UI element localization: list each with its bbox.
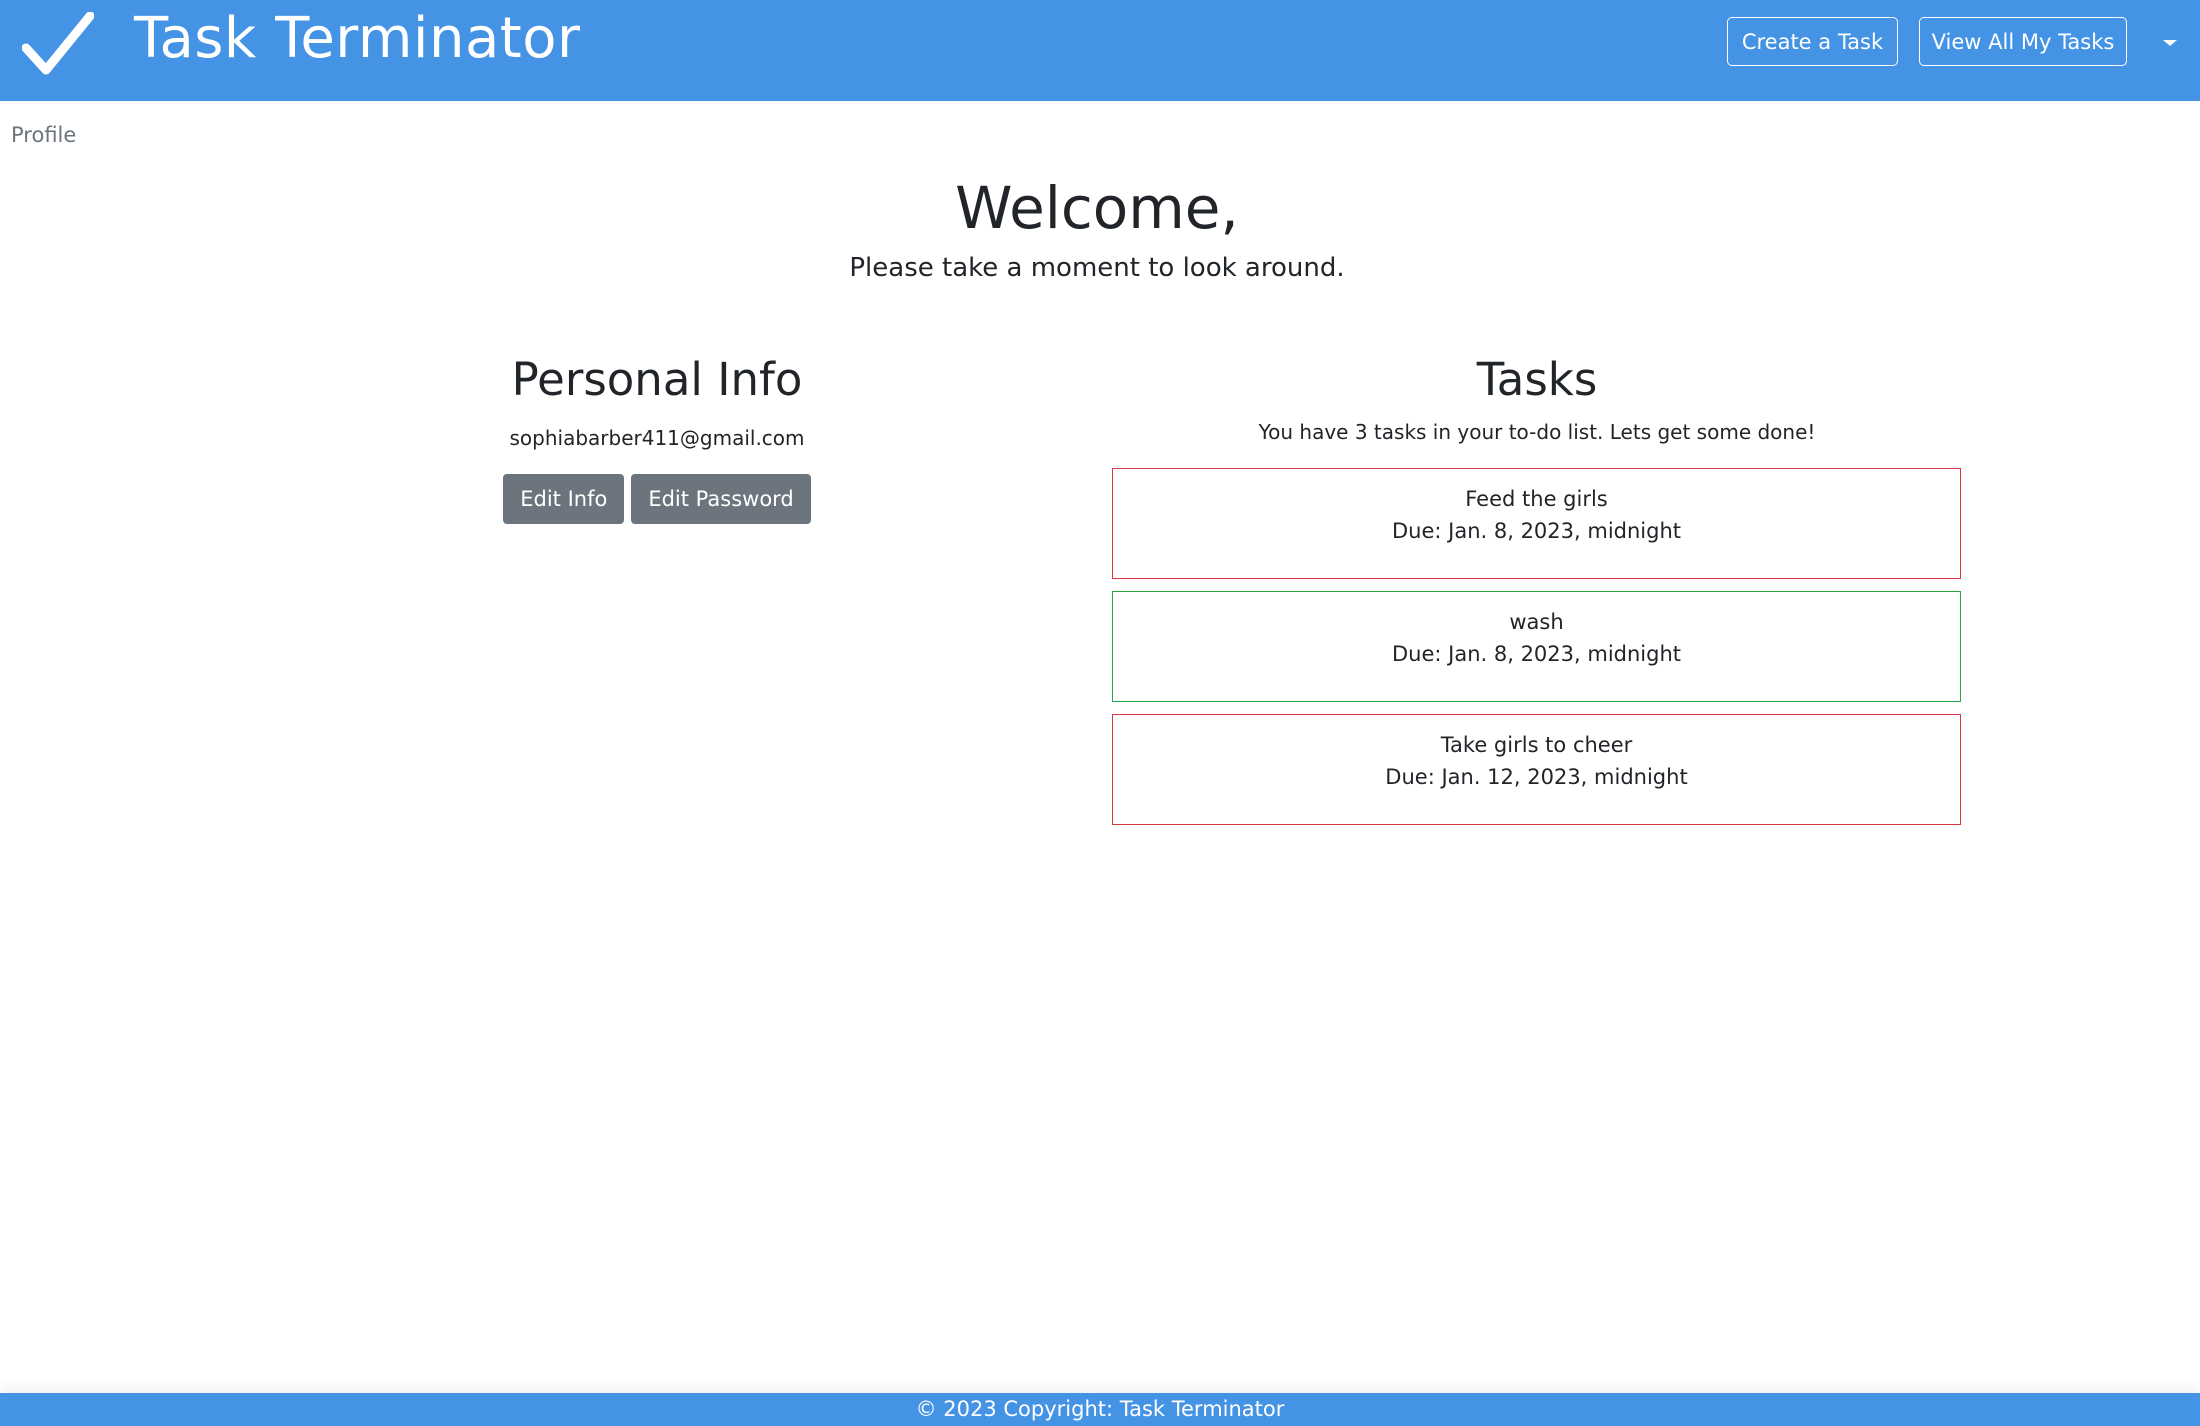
- tasks-section: Tasks You have 3 tasks in your to-do lis…: [1112, 350, 1962, 825]
- tasks-summary: You have 3 tasks in your to-do list. Let…: [1258, 420, 1816, 444]
- personal-info-section: Personal Info sophiabarber411@gmail.com …: [312, 350, 1002, 524]
- top-navbar: Task Terminator Create a Task View All M…: [0, 0, 2200, 101]
- personal-info-actions: Edit Info Edit Password: [312, 474, 1002, 524]
- personal-info-heading: Personal Info: [511, 353, 803, 406]
- caret-down-icon[interactable]: [2160, 36, 2180, 50]
- task-card[interactable]: Feed the girls Due: Jan. 8, 2023, midnig…: [1112, 468, 1961, 579]
- breadcrumb: Profile: [11, 123, 77, 147]
- view-all-tasks-button[interactable]: View All My Tasks: [1919, 17, 2127, 66]
- task-due-date: Due: Jan. 8, 2023, midnight: [1391, 642, 1682, 666]
- email-text: sophiabarber411@gmail.com: [509, 426, 805, 450]
- app-title[interactable]: Task Terminator: [134, 4, 581, 74]
- task-due-date: Due: Jan. 8, 2023, midnight: [1391, 519, 1682, 543]
- create-task-button[interactable]: Create a Task: [1727, 17, 1898, 66]
- checkmark-icon[interactable]: [22, 12, 94, 76]
- task-due-date: Due: Jan. 12, 2023, midnight: [1385, 765, 1688, 789]
- welcome-subtitle: Please take a moment to look around.: [849, 253, 1345, 283]
- tasks-heading: Tasks: [1476, 353, 1598, 406]
- task-name: Feed the girls: [1465, 487, 1608, 511]
- edit-info-button[interactable]: Edit Info: [503, 474, 625, 524]
- task-name: Take girls to cheer: [1440, 733, 1633, 757]
- task-card[interactable]: Take girls to cheer Due: Jan. 12, 2023, …: [1112, 714, 1961, 825]
- task-name: wash: [1509, 610, 1564, 634]
- footer-copyright: © 2023 Copyright: Task Terminator: [0, 1393, 2200, 1426]
- welcome-heading: Welcome,: [955, 174, 1239, 242]
- edit-password-button[interactable]: Edit Password: [631, 474, 811, 524]
- task-card[interactable]: wash Due: Jan. 8, 2023, midnight: [1112, 591, 1961, 702]
